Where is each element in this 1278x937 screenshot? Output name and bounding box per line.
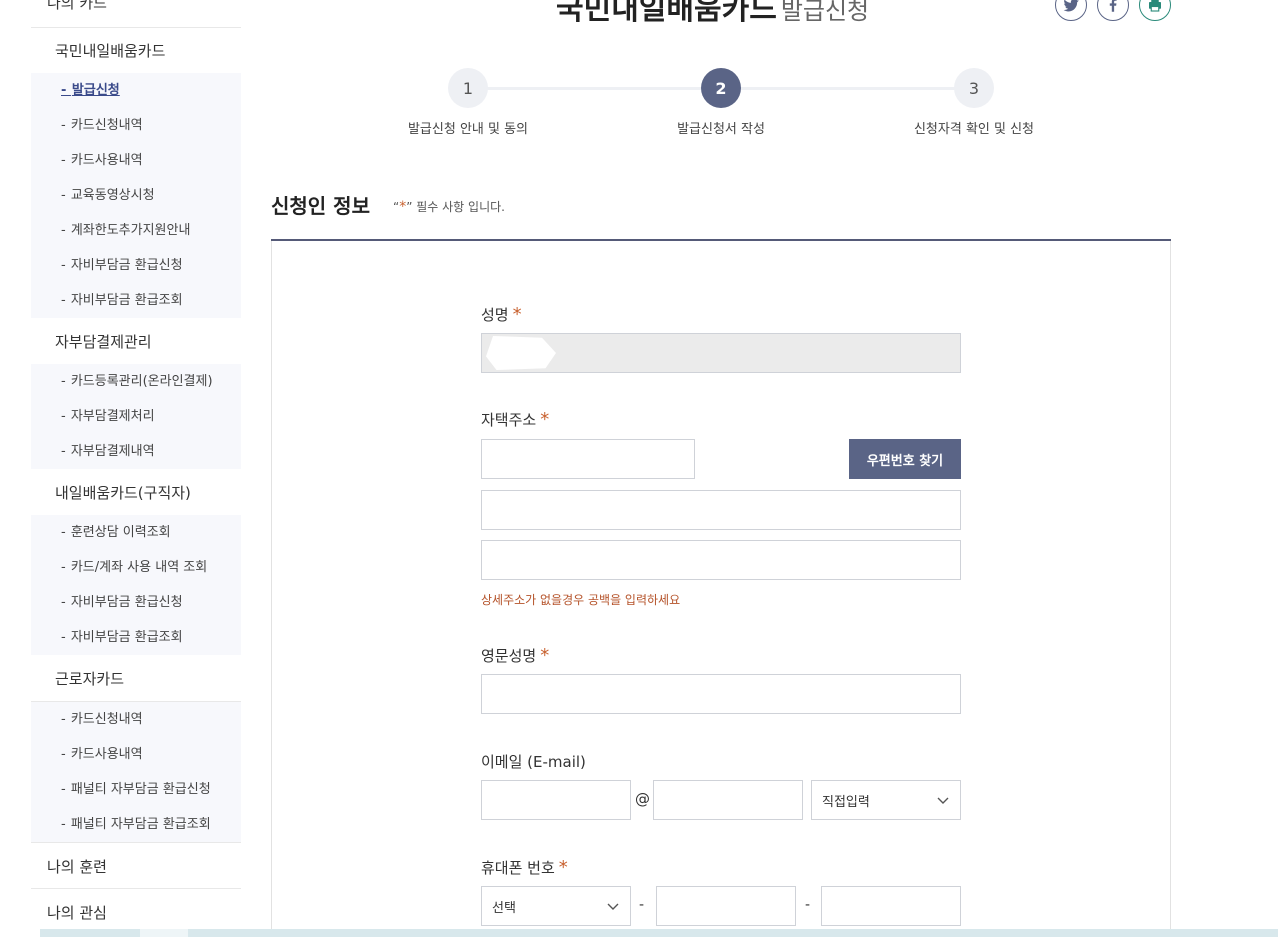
email-domain-select[interactable]: 직접입력 (811, 780, 961, 820)
phone-separator: - (639, 897, 645, 913)
step-3-label: 신청자격 확인 및 신청 (913, 122, 1035, 137)
sidebar-list-national-card: - 발급신청 - 카드신청내역 - 카드사용내역 - 교육동영상시청 - 계좌한… (31, 73, 241, 318)
divider (31, 842, 241, 843)
divider (31, 888, 241, 889)
page-title: 국민내일배움카드 발급신청 (556, 0, 869, 28)
sidebar-list-self-payment: - 카드등록관리(온라인결제) - 자부담결제처리 - 자부담결제내역 (31, 364, 241, 469)
sidebar-section-worker-card[interactable]: 근로자카드 (31, 668, 241, 689)
step-1-label: 발급신청 안내 및 동의 (407, 122, 529, 137)
chevron-down-icon (937, 797, 949, 804)
scrollbar-thumb[interactable] (140, 929, 188, 937)
phone-label: 휴대폰 번호 * (481, 857, 568, 878)
name-label: 성명 * (481, 304, 522, 325)
email-id-input[interactable] (481, 780, 631, 820)
sidebar-item-card-usage-2[interactable]: - 카드사용내역 (31, 737, 241, 772)
required-star-icon: * (512, 304, 522, 325)
sidebar-item-card-account-usage[interactable]: - 카드/계좌 사용 내역 조회 (31, 550, 241, 585)
facebook-icon[interactable] (1097, 0, 1129, 21)
required-star-icon: * (540, 645, 550, 666)
zipcode-search-button[interactable]: 우편번호 찾기 (849, 439, 961, 479)
required-note: “*” 필수 사항 입니다. (393, 199, 505, 215)
sidebar: 나의 카드 국민내일배움카드 - 발급신청 - 카드신청내역 - 카드사용내역 … (31, 0, 241, 937)
sidebar-top-label[interactable]: 나의 카드 (47, 0, 107, 13)
sidebar-item-refund-check[interactable]: - 자비부담금 환급조회 (31, 283, 241, 318)
email-label: 이메일 (E-mail) (481, 753, 586, 771)
phone-prefix-select[interactable]: 선택 (481, 886, 631, 926)
sidebar-section-jobseeker-card[interactable]: 내일배움카드(구직자) (31, 482, 241, 503)
address-line1-input[interactable] (481, 490, 961, 530)
chevron-down-icon (607, 903, 619, 910)
divider (31, 27, 241, 28)
required-star-icon: * (540, 409, 550, 430)
address-detail-input[interactable] (481, 540, 961, 580)
sidebar-item-penalty-refund-check[interactable]: - 패널티 자부담금 환급조회 (31, 807, 241, 842)
sidebar-item-refund-check-2[interactable]: - 자비부담금 환급조회 (31, 620, 241, 655)
step-3-circle: 3 (954, 68, 994, 108)
required-star-icon: * (558, 857, 568, 878)
sidebar-item-account-limit[interactable]: - 계좌한도추가지원안내 (31, 213, 241, 248)
sidebar-item-payment-process[interactable]: - 자부담결제처리 (31, 399, 241, 434)
sidebar-list-worker-card: - 카드신청내역 - 카드사용내역 - 패널티 자부담금 환급신청 - 패널티 … (31, 702, 241, 842)
print-icon[interactable] (1139, 0, 1171, 21)
sidebar-link-my-interest[interactable]: 나의 관심 (47, 902, 107, 923)
zipcode-input[interactable] (481, 439, 695, 479)
sidebar-item-card-usage[interactable]: - 카드사용내역 (31, 143, 241, 178)
email-domain-input[interactable] (653, 780, 803, 820)
sidebar-item-counsel-history[interactable]: - 훈련상담 이력조회 (31, 515, 241, 550)
sidebar-item-card-registration[interactable]: - 카드등록관리(온라인결제) (31, 364, 241, 399)
sidebar-item-penalty-refund-apply[interactable]: - 패널티 자부담금 환급신청 (31, 772, 241, 807)
sidebar-section-national-card[interactable]: 국민내일배움카드 (31, 40, 241, 61)
sidebar-item-refund-apply-2[interactable]: - 자비부담금 환급신청 (31, 585, 241, 620)
sidebar-list-jobseeker-card: - 훈련상담 이력조회 - 카드/계좌 사용 내역 조회 - 자비부담금 환급신… (31, 515, 241, 655)
horizontal-scrollbar[interactable] (40, 929, 1278, 937)
phone-separator: - (805, 897, 811, 913)
page-subtitle: 발급신청 (780, 0, 870, 25)
english-name-input[interactable] (481, 674, 961, 714)
phone-last-input[interactable] (821, 886, 961, 926)
step-2-label: 발급신청서 작성 (677, 122, 765, 137)
sidebar-section-self-payment[interactable]: 자부담결제관리 (31, 331, 241, 352)
sidebar-item-card-applications-2[interactable]: - 카드신청내역 (31, 702, 241, 737)
sidebar-item-card-applications[interactable]: - 카드신청내역 (31, 108, 241, 143)
address-label: 자택주소 * (481, 409, 550, 430)
sidebar-item-apply[interactable]: - 발급신청 (31, 73, 241, 108)
twitter-icon[interactable] (1055, 0, 1087, 21)
section-title: 신청인 정보 (271, 194, 370, 218)
address-hint: 상세주소가 없을경우 공백을 입력하세요 (481, 593, 681, 607)
step-1-circle: 1 (448, 68, 488, 108)
step-2-circle: 2 (701, 68, 741, 108)
sidebar-link-my-training[interactable]: 나의 훈련 (47, 856, 107, 877)
email-at-sign: @ (635, 790, 650, 808)
english-name-label: 영문성명 * (481, 645, 550, 666)
phone-middle-input[interactable] (656, 886, 796, 926)
sidebar-item-payment-history[interactable]: - 자부담결제내역 (31, 434, 241, 469)
sidebar-item-education-video[interactable]: - 교육동영상시청 (31, 178, 241, 213)
sidebar-item-refund-apply[interactable]: - 자비부담금 환급신청 (31, 248, 241, 283)
